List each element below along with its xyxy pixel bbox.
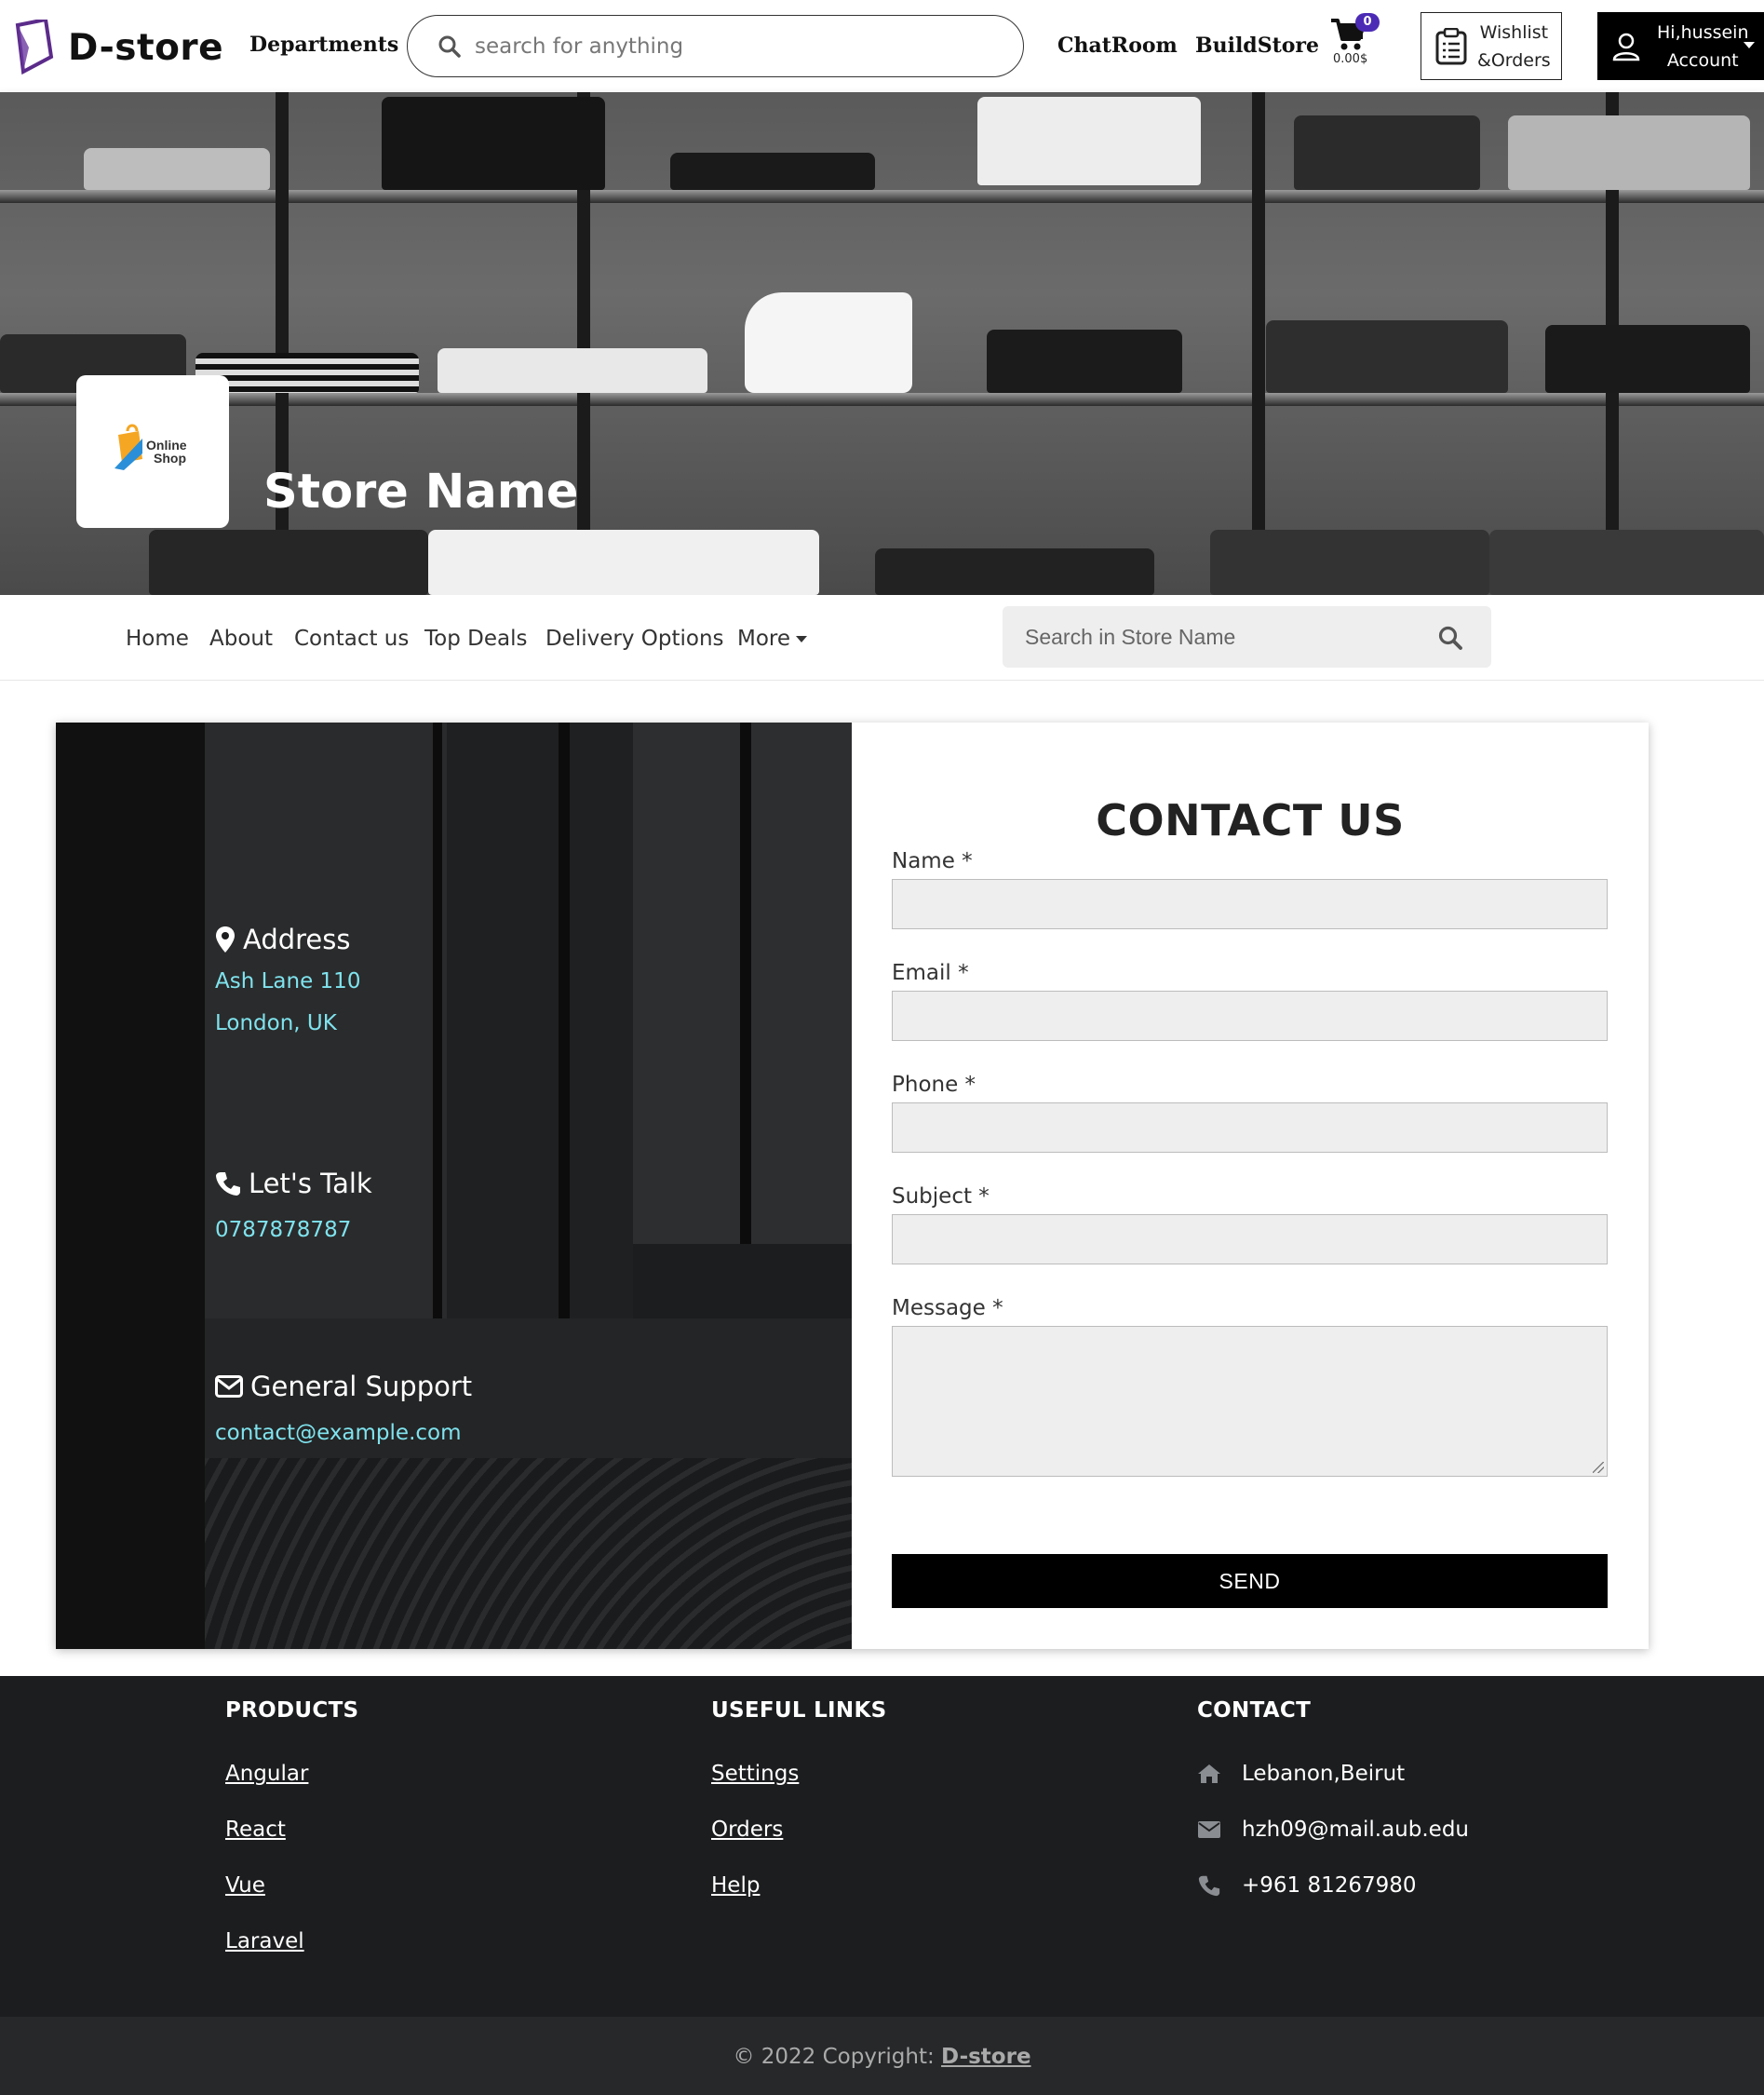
envelope-icon xyxy=(215,1375,243,1398)
store-name-title: Store Name xyxy=(263,465,579,520)
store-nav-more[interactable]: More xyxy=(737,627,808,651)
footer-link-orders[interactable]: Orders xyxy=(711,1818,783,1842)
map-marker-icon xyxy=(216,926,235,953)
caret-down-icon xyxy=(796,636,808,642)
contact-section: Address Ash Lane 110 London, UK Let's Ta… xyxy=(56,723,1649,1649)
phone-icon xyxy=(1197,1873,1221,1898)
talk-title: Let's Talk xyxy=(249,1168,372,1199)
send-button[interactable]: SEND xyxy=(892,1554,1608,1608)
account-label: Account xyxy=(1666,49,1739,71)
dstore-logo-icon xyxy=(15,20,54,75)
subject-field[interactable] xyxy=(892,1214,1608,1264)
cart-count-badge: 0 xyxy=(1355,13,1380,32)
address-heading: Address xyxy=(215,924,351,955)
footer-location: Lebanon,Beirut xyxy=(1197,1762,1405,1786)
cart-total: 0.00$ xyxy=(1333,52,1368,66)
orders-label: &Orders xyxy=(1477,49,1551,71)
phone-icon xyxy=(216,1172,240,1196)
wishlist-orders-button[interactable]: Wishlist &Orders xyxy=(1421,12,1562,80)
buildstore-link[interactable]: BuildStore xyxy=(1195,34,1319,58)
chatroom-link[interactable]: ChatRoom xyxy=(1057,34,1178,58)
email-label: Email * xyxy=(892,961,969,985)
site-footer: PRODUCTS Angular React Vue Laravel USEFU… xyxy=(0,1676,1764,2017)
name-field[interactable] xyxy=(892,879,1608,929)
copyright-text: © 2022 Copyright: xyxy=(733,2045,935,2069)
store-nav-contact[interactable]: Contact us xyxy=(294,627,409,651)
footer-link-vue[interactable]: Vue xyxy=(225,1873,265,1898)
contact-info-panel: Address Ash Lane 110 London, UK Let's Ta… xyxy=(56,723,852,1649)
footer-links-title: USEFUL LINKS xyxy=(711,1698,887,1723)
resize-handle-icon[interactable] xyxy=(1593,1462,1604,1473)
footer-link-laravel[interactable]: Laravel xyxy=(225,1929,304,1953)
message-field[interactable] xyxy=(892,1326,1608,1477)
top-header: D-store Departments ChatRoom BuildStore … xyxy=(0,0,1764,92)
footer-email: hzh09@mail.aub.edu xyxy=(1197,1818,1469,1842)
search-icon[interactable] xyxy=(1437,625,1463,651)
store-navbar: Home About Contact us Top Deals Delivery… xyxy=(0,595,1764,681)
phone-label: Phone * xyxy=(892,1073,976,1097)
store-nav-about[interactable]: About xyxy=(209,627,273,651)
store-nav-more-label: More xyxy=(737,627,791,651)
store-nav-top-deals[interactable]: Top Deals xyxy=(424,627,527,651)
support-heading: General Support xyxy=(215,1371,472,1402)
store-search-input[interactable] xyxy=(1025,624,1425,650)
store-logo: Online Shop xyxy=(76,375,229,528)
envelope-icon xyxy=(1197,1818,1221,1842)
cart-button[interactable]: 0 0.00$ xyxy=(1329,13,1380,69)
wishlist-label: Wishlist xyxy=(1479,21,1549,43)
account-dropdown[interactable]: Hi,hussein Account xyxy=(1597,12,1764,80)
user-icon xyxy=(1612,33,1640,61)
footer-link-settings[interactable]: Settings xyxy=(711,1762,799,1786)
address-line-2: London, UK xyxy=(215,1011,337,1035)
footer-link-angular[interactable]: Angular xyxy=(225,1762,308,1786)
brand-name: D-store xyxy=(68,26,224,69)
footer-phone: +961 81267980 xyxy=(1197,1873,1417,1898)
phone-number[interactable]: 0787878787 xyxy=(215,1218,351,1242)
footer-products-title: PRODUCTS xyxy=(225,1698,359,1723)
store-nav-home[interactable]: Home xyxy=(126,627,189,651)
name-label: Name * xyxy=(892,849,973,873)
online-shop-logo-icon: Online Shop xyxy=(114,424,187,470)
global-search-box[interactable] xyxy=(407,15,1024,77)
footer-phone-text[interactable]: +961 81267980 xyxy=(1242,1873,1417,1898)
brand-logo[interactable]: D-store xyxy=(14,15,223,80)
account-greeting: Hi,hussein xyxy=(1657,21,1749,43)
departments-link[interactable]: Departments xyxy=(249,33,398,57)
svg-text:Shop: Shop xyxy=(154,451,186,466)
global-search-input[interactable] xyxy=(475,34,996,59)
talk-heading: Let's Talk xyxy=(215,1168,372,1199)
home-icon xyxy=(1197,1762,1221,1786)
address-title: Address xyxy=(243,924,351,955)
copyright-bar: © 2022 Copyright: D-store xyxy=(0,2017,1764,2095)
address-line-1: Ash Lane 110 xyxy=(215,969,361,993)
subject-label: Subject * xyxy=(892,1184,990,1209)
footer-link-react[interactable]: React xyxy=(225,1818,286,1842)
footer-contact-title: CONTACT xyxy=(1197,1698,1312,1723)
store-banner: Online Shop Store Name xyxy=(0,92,1764,595)
footer-link-help[interactable]: Help xyxy=(711,1873,760,1898)
footer-location-text: Lebanon,Beirut xyxy=(1242,1762,1406,1786)
message-label: Message * xyxy=(892,1296,1003,1320)
contact-title: CONTACT US xyxy=(1096,795,1405,845)
contact-form: CONTACT US Name * Email * Phone * Subjec… xyxy=(852,723,1649,1649)
clipboard-list-icon xyxy=(1435,27,1467,64)
footer-email-text[interactable]: hzh09@mail.aub.edu xyxy=(1242,1818,1469,1842)
phone-field[interactable] xyxy=(892,1102,1608,1153)
support-email[interactable]: contact@example.com xyxy=(215,1421,462,1445)
support-title: General Support xyxy=(250,1371,473,1402)
search-icon xyxy=(438,35,461,58)
copyright-brand-link[interactable]: D-store xyxy=(941,2045,1031,2069)
store-nav-delivery[interactable]: Delivery Options xyxy=(545,627,724,651)
store-search-box[interactable] xyxy=(1003,606,1491,668)
email-field[interactable] xyxy=(892,991,1608,1041)
chevron-down-icon xyxy=(1744,42,1755,48)
